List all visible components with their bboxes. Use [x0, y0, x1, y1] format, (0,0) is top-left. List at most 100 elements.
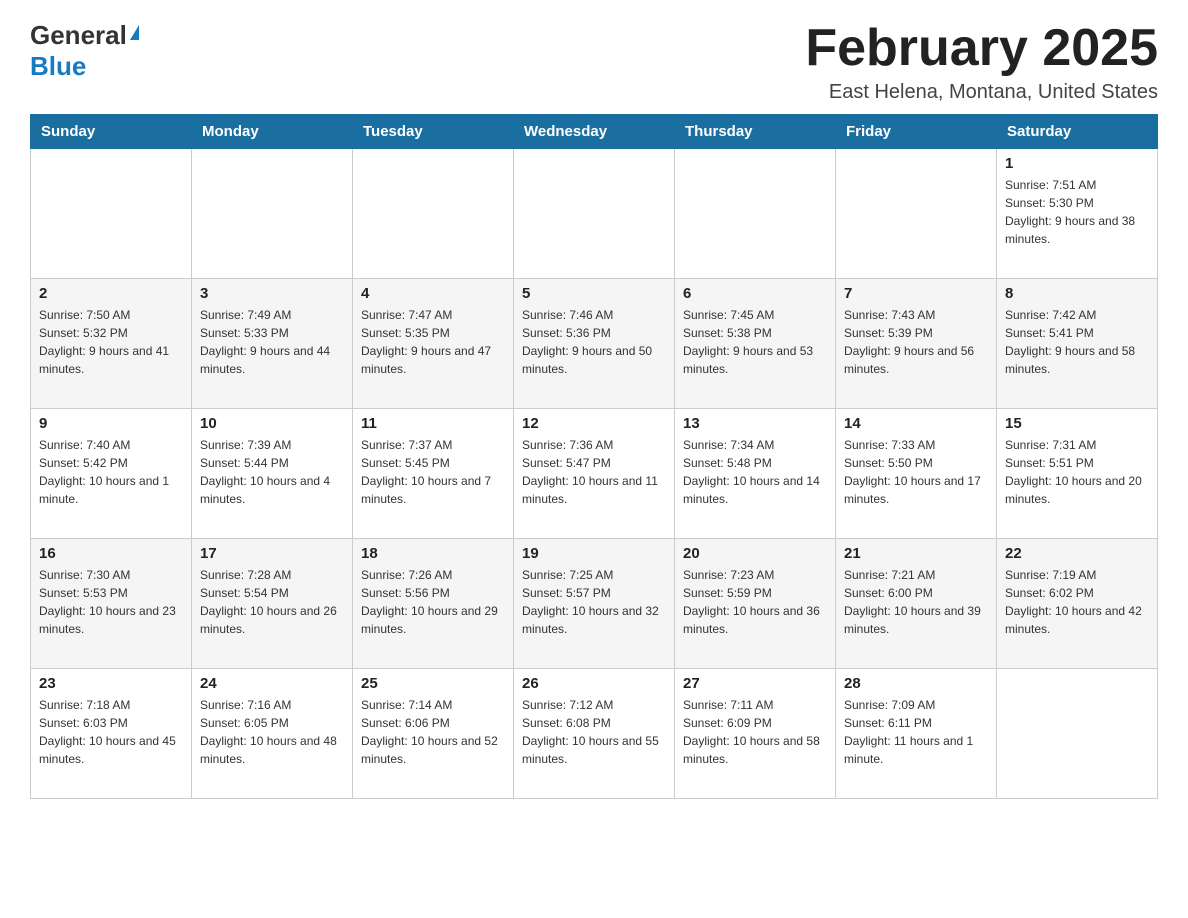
day-number: 25 [361, 675, 505, 692]
calendar-cell: 15Sunrise: 7:31 AM Sunset: 5:51 PM Dayli… [997, 409, 1158, 539]
day-info: Sunrise: 7:33 AM Sunset: 5:50 PM Dayligh… [844, 436, 988, 508]
calendar-cell: 14 Sunrise: 7:33 AM Sunset: 5:50 PM Dayli… [836, 409, 997, 539]
calendar-cell: 8 Sunrise: 7:42 AM Sunset: 5:41 PM Daylig… [997, 279, 1158, 409]
day-info: Sunrise: 7:47 AM Sunset: 5:35 PM Dayligh… [361, 306, 505, 378]
week-row-4: 16Sunrise: 7:30 AM Sunset: 5:53 PM Dayli… [31, 539, 1158, 669]
days-of-week-row: SundayMondayTuesdayWednesdayThursdayFrid… [31, 115, 1158, 149]
day-number: 3 [200, 285, 344, 302]
calendar-header: SundayMondayTuesdayWednesdayThursdayFrid… [31, 115, 1158, 149]
day-number: 22 [1005, 545, 1149, 562]
day-header-friday: Friday [836, 115, 997, 149]
day-header-wednesday: Wednesday [514, 115, 675, 149]
calendar-body: 1 Sunrise: 7:51 AM Sunset: 5:30 PM Daylig… [31, 149, 1158, 799]
day-number: 19 [522, 545, 666, 562]
day-number: 17 [200, 545, 344, 562]
calendar-cell: 11 Sunrise: 7:37 AM Sunset: 5:45 PM Dayli… [353, 409, 514, 539]
day-number: 1 [1005, 155, 1149, 172]
calendar-cell: 9 Sunrise: 7:40 AM Sunset: 5:42 PM Daylig… [31, 409, 192, 539]
day-info: Sunrise: 7:43 AM Sunset: 5:39 PM Dayligh… [844, 306, 988, 378]
day-info: Sunrise: 7:26 AM Sunset: 5:56 PM Dayligh… [361, 566, 505, 638]
calendar-cell [192, 149, 353, 279]
calendar-title: February 2025 [805, 20, 1158, 77]
day-info: Sunrise: 7:39 AM Sunset: 5:44 PM Dayligh… [200, 436, 344, 508]
day-info: Sunrise: 7:51 AM Sunset: 5:30 PM Dayligh… [1005, 176, 1149, 248]
day-number: 21 [844, 545, 988, 562]
calendar-cell: 12 Sunrise: 7:36 AM Sunset: 5:47 PM Dayli… [514, 409, 675, 539]
calendar-cell: 23 Sunrise: 7:18 AM Sunset: 6:03 PM Dayli… [31, 669, 192, 799]
day-info: Sunrise: 7:45 AM Sunset: 5:38 PM Dayligh… [683, 306, 827, 378]
calendar-cell: 17 Sunrise: 7:28 AM Sunset: 5:54 PM Dayli… [192, 539, 353, 669]
day-number: 6 [683, 285, 827, 302]
day-number: 5 [522, 285, 666, 302]
calendar-cell: 7 Sunrise: 7:43 AM Sunset: 5:39 PM Daylig… [836, 279, 997, 409]
day-header-monday: Monday [192, 115, 353, 149]
day-header-thursday: Thursday [675, 115, 836, 149]
calendar-cell [353, 149, 514, 279]
day-info: Sunrise: 7:18 AM Sunset: 6:03 PM Dayligh… [39, 696, 183, 768]
day-number: 10 [200, 415, 344, 432]
day-number: 13 [683, 415, 827, 432]
day-header-tuesday: Tuesday [353, 115, 514, 149]
day-info: Sunrise: 7:37 AM Sunset: 5:45 PM Dayligh… [361, 436, 505, 508]
logo-general-text: General [30, 20, 127, 51]
day-number: 23 [39, 675, 183, 692]
day-info: Sunrise: 7:30 AM Sunset: 5:53 PM Dayligh… [39, 566, 183, 638]
week-row-2: 2Sunrise: 7:50 AM Sunset: 5:32 PM Daylig… [31, 279, 1158, 409]
day-number: 18 [361, 545, 505, 562]
day-info: Sunrise: 7:28 AM Sunset: 5:54 PM Dayligh… [200, 566, 344, 638]
calendar-cell: 21 Sunrise: 7:21 AM Sunset: 6:00 PM Dayli… [836, 539, 997, 669]
calendar-cell: 24 Sunrise: 7:16 AM Sunset: 6:05 PM Dayli… [192, 669, 353, 799]
calendar-cell [997, 669, 1158, 799]
day-info: Sunrise: 7:12 AM Sunset: 6:08 PM Dayligh… [522, 696, 666, 768]
day-info: Sunrise: 7:23 AM Sunset: 5:59 PM Dayligh… [683, 566, 827, 638]
calendar-cell [836, 149, 997, 279]
day-number: 15 [1005, 415, 1149, 432]
week-row-3: 9 Sunrise: 7:40 AM Sunset: 5:42 PM Daylig… [31, 409, 1158, 539]
calendar-subtitle: East Helena, Montana, United States [805, 81, 1158, 104]
week-row-5: 23 Sunrise: 7:18 AM Sunset: 6:03 PM Dayli… [31, 669, 1158, 799]
day-info: Sunrise: 7:21 AM Sunset: 6:00 PM Dayligh… [844, 566, 988, 638]
calendar-cell [31, 149, 192, 279]
day-number: 20 [683, 545, 827, 562]
day-info: Sunrise: 7:46 AM Sunset: 5:36 PM Dayligh… [522, 306, 666, 378]
calendar-cell: 5 Sunrise: 7:46 AM Sunset: 5:36 PM Daylig… [514, 279, 675, 409]
calendar-cell: 2Sunrise: 7:50 AM Sunset: 5:32 PM Daylig… [31, 279, 192, 409]
calendar-cell: 20 Sunrise: 7:23 AM Sunset: 5:59 PM Dayli… [675, 539, 836, 669]
day-info: Sunrise: 7:42 AM Sunset: 5:41 PM Dayligh… [1005, 306, 1149, 378]
calendar-cell: 13 Sunrise: 7:34 AM Sunset: 5:48 PM Dayli… [675, 409, 836, 539]
day-number: 24 [200, 675, 344, 692]
calendar-cell: 1 Sunrise: 7:51 AM Sunset: 5:30 PM Daylig… [997, 149, 1158, 279]
calendar-table: SundayMondayTuesdayWednesdayThursdayFrid… [30, 114, 1158, 799]
title-block: February 2025 East Helena, Montana, Unit… [805, 20, 1158, 104]
day-info: Sunrise: 7:19 AM Sunset: 6:02 PM Dayligh… [1005, 566, 1149, 638]
calendar-cell: 25 Sunrise: 7:14 AM Sunset: 6:06 PM Dayli… [353, 669, 514, 799]
calendar-cell [514, 149, 675, 279]
day-number: 12 [522, 415, 666, 432]
day-header-saturday: Saturday [997, 115, 1158, 149]
calendar-cell: 22 Sunrise: 7:19 AM Sunset: 6:02 PM Dayli… [997, 539, 1158, 669]
calendar-cell: 26 Sunrise: 7:12 AM Sunset: 6:08 PM Dayli… [514, 669, 675, 799]
day-number: 28 [844, 675, 988, 692]
day-info: Sunrise: 7:11 AM Sunset: 6:09 PM Dayligh… [683, 696, 827, 768]
calendar-cell: 4Sunrise: 7:47 AM Sunset: 5:35 PM Daylig… [353, 279, 514, 409]
day-info: Sunrise: 7:14 AM Sunset: 6:06 PM Dayligh… [361, 696, 505, 768]
day-info: Sunrise: 7:16 AM Sunset: 6:05 PM Dayligh… [200, 696, 344, 768]
calendar-cell [675, 149, 836, 279]
day-info: Sunrise: 7:34 AM Sunset: 5:48 PM Dayligh… [683, 436, 827, 508]
day-number: 9 [39, 415, 183, 432]
page-header: General Blue February 2025 East Helena, … [30, 20, 1158, 104]
day-number: 2 [39, 285, 183, 302]
day-number: 14 [844, 415, 988, 432]
calendar-cell: 27Sunrise: 7:11 AM Sunset: 6:09 PM Dayli… [675, 669, 836, 799]
day-info: Sunrise: 7:40 AM Sunset: 5:42 PM Dayligh… [39, 436, 183, 508]
day-number: 26 [522, 675, 666, 692]
calendar-cell: 18 Sunrise: 7:26 AM Sunset: 5:56 PM Dayli… [353, 539, 514, 669]
day-number: 7 [844, 285, 988, 302]
day-header-sunday: Sunday [31, 115, 192, 149]
logo-blue-text: Blue [30, 51, 86, 82]
day-number: 11 [361, 415, 505, 432]
day-info: Sunrise: 7:36 AM Sunset: 5:47 PM Dayligh… [522, 436, 666, 508]
calendar-cell: 3Sunrise: 7:49 AM Sunset: 5:33 PM Daylig… [192, 279, 353, 409]
day-info: Sunrise: 7:09 AM Sunset: 6:11 PM Dayligh… [844, 696, 988, 768]
day-number: 8 [1005, 285, 1149, 302]
